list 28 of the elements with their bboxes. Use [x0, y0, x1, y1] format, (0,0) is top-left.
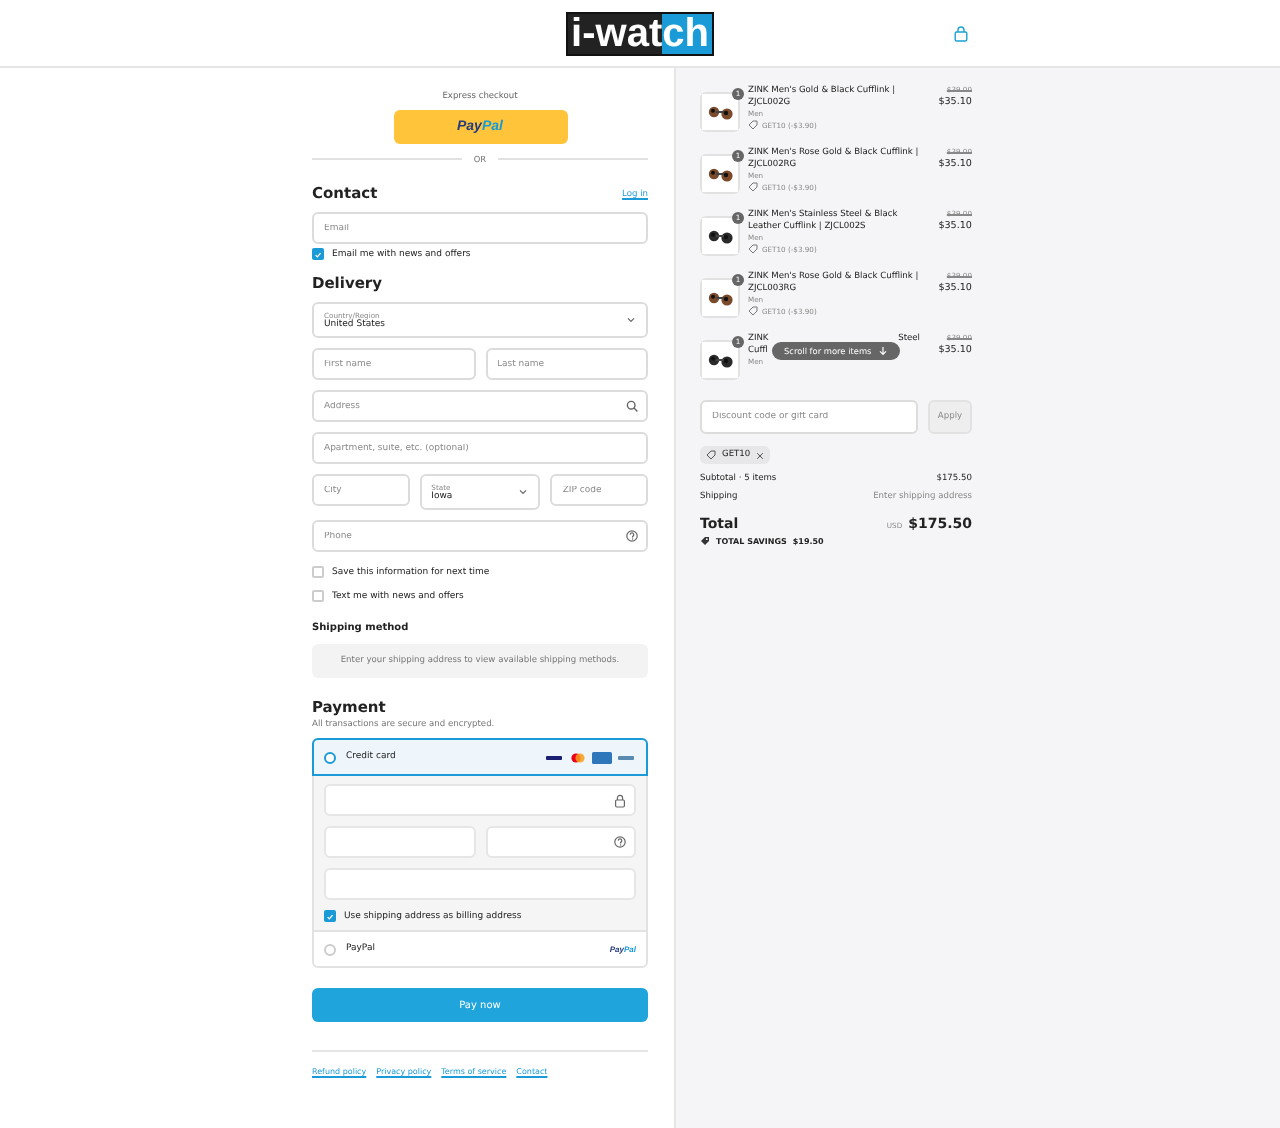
tag-icon [748, 120, 758, 130]
search-icon [626, 400, 638, 412]
checkbox[interactable] [312, 248, 324, 260]
shopping-bag-icon [954, 26, 968, 42]
tag-icon [748, 306, 758, 316]
lock-icon [614, 794, 626, 808]
check-icon [314, 249, 322, 259]
checkbox[interactable] [312, 590, 324, 602]
input-field[interactable] [324, 868, 636, 900]
chevron-down-icon [518, 488, 529, 496]
tag-icon [748, 182, 758, 192]
chevron-down-icon [626, 316, 636, 324]
input-field[interactable] [324, 784, 636, 816]
close-icon [756, 451, 765, 459]
checkbox[interactable] [312, 566, 324, 578]
check-icon [326, 911, 334, 921]
input-field[interactable] [485, 826, 636, 858]
logo[interactable]: i-watch [565, 11, 715, 55]
help-icon [614, 836, 626, 848]
arrow-down-icon [877, 346, 888, 356]
tag-icon [700, 536, 710, 546]
radio-button[interactable] [324, 751, 336, 763]
input-field[interactable] [324, 826, 475, 858]
tag-icon [748, 244, 758, 254]
help-icon [626, 530, 638, 542]
tag-icon [706, 450, 716, 460]
checkbox[interactable] [324, 910, 336, 922]
radio-button[interactable] [324, 943, 336, 955]
